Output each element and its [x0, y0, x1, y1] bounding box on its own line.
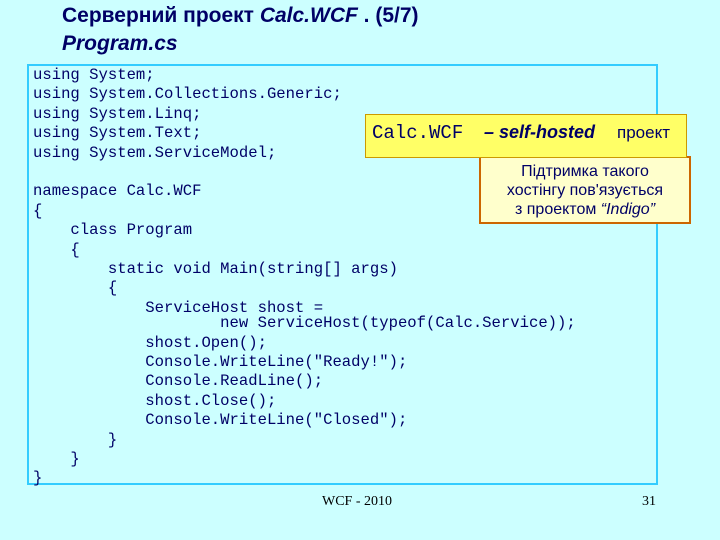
- slide-subtitle: Program.cs: [62, 32, 178, 55]
- code-line: shost.Open();: [33, 333, 267, 352]
- callout-suffix: проект: [617, 123, 670, 142]
- slide-title-counter: . (5/7): [363, 4, 419, 27]
- code-line: {: [33, 240, 80, 259]
- code-line: using System.Collections.Generic;: [33, 85, 342, 104]
- callout-note-prefix: з проектом: [514, 201, 601, 218]
- code-line: shost.Close();: [33, 391, 277, 410]
- code-line: Console.ReadLine();: [33, 372, 324, 391]
- slide-title-text: Серверний проект: [62, 4, 254, 27]
- code-line: Console.WriteLine("Closed");: [33, 411, 408, 430]
- footer-title: WCF - 2010: [322, 494, 392, 509]
- callout-note-line: Підтримка такого: [521, 163, 649, 180]
- code-line: ServiceHost shost =: [33, 298, 324, 317]
- callout-project-name: Calc.WCF: [372, 122, 464, 144]
- code-line: using System;: [33, 66, 155, 84]
- code-line: static void Main(string[] args): [33, 259, 398, 278]
- callout-note-line: хостінгу пов'язується: [506, 182, 664, 199]
- callout-note: Підтримка такого хостінгу пов'язується з…: [479, 156, 691, 224]
- callout-note-indigo: “Indigo”: [600, 201, 656, 218]
- page-number: 31: [642, 494, 656, 509]
- callout-note-line: з проектом “Indigo”: [481, 200, 689, 219]
- code-line: class Program: [33, 221, 193, 240]
- code-line: Console.WriteLine("Ready!");: [33, 352, 408, 371]
- callout-self-hosted: – self-hosted: [484, 122, 596, 142]
- code-line: }: [33, 430, 118, 449]
- code-line: new ServiceHost(typeof(Calc.Service));: [33, 314, 576, 333]
- slide-title: Серверний проект Calc.WCF . (5/7): [62, 4, 419, 28]
- slide-title-project: Calc.WCF: [259, 4, 358, 27]
- code-line: }: [33, 449, 80, 468]
- code-line: }: [33, 469, 43, 488]
- code-line: {: [33, 279, 118, 298]
